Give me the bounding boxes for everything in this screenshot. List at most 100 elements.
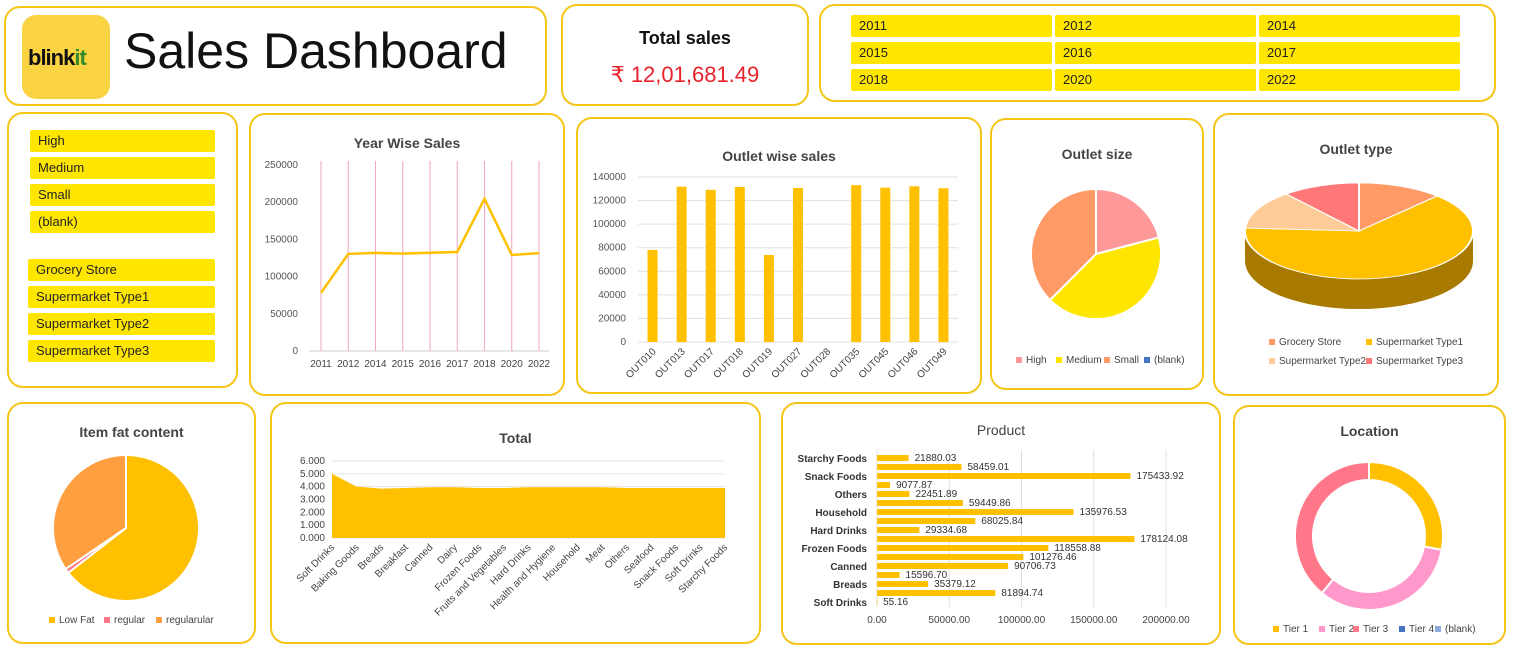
outlet-size-card: Outlet size High Medium Small (blank) (990, 118, 1204, 390)
outlet-y-tick: 140000 (593, 172, 627, 183)
outlet-bar (676, 186, 687, 342)
product-chart: 0.00 50000.00 100000.00 150000.00 200000.00 2… (798, 450, 1190, 626)
outlet-slicer: High Medium Small (blank) Grocery Store Supe… (7, 112, 238, 388)
outlet-bar (938, 188, 949, 342)
year-slicer-item-2015[interactable]: 2015 (851, 42, 1052, 64)
product-card: Product 0.00 50000.00 100000.00 150000.00 20… (781, 402, 1221, 645)
outlet-x-tick: OUT013 (653, 346, 688, 381)
product-bar (877, 527, 920, 533)
product-data-label: 178124.08 (1140, 534, 1188, 545)
year-x-tick: 2022 (528, 359, 551, 370)
outlet-x-tick: OUT019 (741, 346, 776, 381)
year-slicer-item-2016[interactable]: 2016 (1055, 42, 1256, 64)
product-y-tick: Others (835, 490, 868, 501)
total-sales-label: Total sales (639, 28, 731, 48)
type-slicer-item[interactable]: Supermarket Type1 (28, 286, 215, 308)
product-data-label: 68025.84 (981, 516, 1023, 527)
type-legend-swatch (1269, 358, 1275, 364)
type-pie-top (1244, 182, 1474, 280)
size-legend-swatch (1144, 357, 1150, 363)
outlet-y-tick: 40000 (598, 290, 626, 301)
year-y-tick: 200000 (265, 197, 299, 208)
product-bar (877, 545, 1049, 551)
year-slicer-item-2011[interactable]: 2011 (851, 15, 1052, 37)
year-slicer-item-2012[interactable]: 2012 (1055, 15, 1256, 37)
fat-legend-swatch (156, 617, 162, 623)
type-legend-label: Supermarket Type3 (1376, 356, 1464, 367)
year-y-tick: 250000 (265, 160, 299, 171)
fat-legend-label: regular (114, 615, 146, 626)
year-x-tick: 2014 (364, 359, 387, 370)
outlet-x-tick: OUT049 (915, 346, 950, 381)
year-y-tick: 50000 (270, 309, 298, 320)
location-legend-swatch (1435, 626, 1441, 632)
outlet-x-tick: OUT010 (624, 346, 659, 381)
total-area-card: Total 0.000 1.000 2.000 3.000 4.000 5.000 6.00… (270, 402, 761, 644)
outlet-x-tick: OUT018 (711, 346, 746, 381)
location-chart: Tier 1 Tier 2 Tier 3 Tier 4 (blank) (1273, 460, 1476, 635)
type-slicer-item[interactable]: Supermarket Type3 (28, 340, 215, 362)
total-y-tick: 5.000 (300, 469, 325, 480)
year-slicer-item-2022[interactable]: 2022 (1259, 69, 1460, 91)
product-data-label: 21880.03 (915, 453, 957, 464)
outlet-type-chart: Grocery Store Supermarket Type1 Supermarke… (1244, 182, 1474, 367)
location-legend-label: (blank) (1445, 624, 1476, 635)
year-slicer-item-2017[interactable]: 2017 (1259, 42, 1460, 64)
year-x-tick: 2015 (392, 359, 415, 370)
location-legend-label: Tier 1 (1283, 624, 1309, 635)
year-x-tick: 2017 (446, 359, 469, 370)
product-bar (877, 482, 891, 488)
product-bar (877, 518, 976, 524)
size-legend-label: High (1026, 355, 1047, 366)
outlet-bar (734, 187, 745, 342)
product-x-tick: 200000.00 (1142, 615, 1190, 626)
location-legend-swatch (1273, 626, 1279, 632)
outlet-bar (647, 249, 658, 342)
outlet-x-tick: OUT045 (857, 346, 892, 381)
product-bar (877, 563, 1009, 569)
outlet-y-tick: 0 (620, 337, 626, 348)
type-legend-swatch (1366, 358, 1372, 364)
total-y-tick: 3.000 (300, 495, 325, 506)
total-y-tick: 2.000 (300, 507, 325, 518)
outlet-y-tick: 100000 (593, 219, 627, 230)
product-y-tick: Household (815, 508, 867, 519)
year-slicer-item-2014[interactable]: 2014 (1259, 15, 1460, 37)
outlet-bar (909, 186, 920, 342)
product-data-label: 135976.53 (1079, 507, 1127, 518)
type-slicer-item[interactable]: Supermarket Type2 (28, 313, 215, 335)
product-y-tick: Starchy Foods (798, 454, 868, 465)
total-y-tick: 4.000 (300, 482, 325, 493)
total-y-tick: 1.000 (300, 520, 325, 531)
type-slicer-item[interactable]: Grocery Store (28, 259, 215, 281)
fat-legend-label: Low Fat (59, 615, 95, 626)
product-y-tick: Canned (830, 562, 867, 573)
product-data-label: 175433.92 (1137, 471, 1185, 482)
size-slicer-item[interactable]: Small (30, 184, 215, 206)
outlet-size-chart: High Medium Small (blank) (1016, 187, 1185, 366)
item-fat-card: Item fat content Low Fat regular regularul… (7, 402, 256, 644)
product-data-label: 81894.74 (1001, 588, 1043, 599)
product-bar (877, 491, 910, 497)
location-legend-label: Tier 3 (1363, 624, 1389, 635)
size-slicer-item[interactable]: (blank) (30, 211, 215, 233)
item-fat-chart: Low Fat regular regularular (49, 453, 214, 626)
size-slicer-item[interactable]: Medium (30, 157, 215, 179)
blinkit-logo: blinkit (22, 15, 110, 99)
outlet-bar (763, 255, 774, 342)
year-x-tick: 2011 (310, 359, 332, 370)
product-bar (877, 500, 963, 506)
year-slicer-item-2020[interactable]: 2020 (1055, 69, 1256, 91)
product-bar (877, 473, 1131, 479)
product-bar (877, 509, 1074, 515)
year-wise-sales-chart: 0 50000 100000 150000 200000 250000 2011 2012 20… (265, 160, 551, 370)
type-legend-label: Supermarket Type2 (1279, 356, 1367, 367)
location-legend-swatch (1319, 626, 1325, 632)
year-slicer-item-2018[interactable]: 2018 (851, 69, 1052, 91)
fat-legend-swatch (49, 617, 55, 623)
product-y-tick: Breads (833, 580, 867, 591)
size-slicer-item[interactable]: High (30, 130, 215, 152)
location-slice (1294, 460, 1370, 595)
product-bar (877, 464, 962, 470)
outlet-bar (793, 187, 803, 342)
